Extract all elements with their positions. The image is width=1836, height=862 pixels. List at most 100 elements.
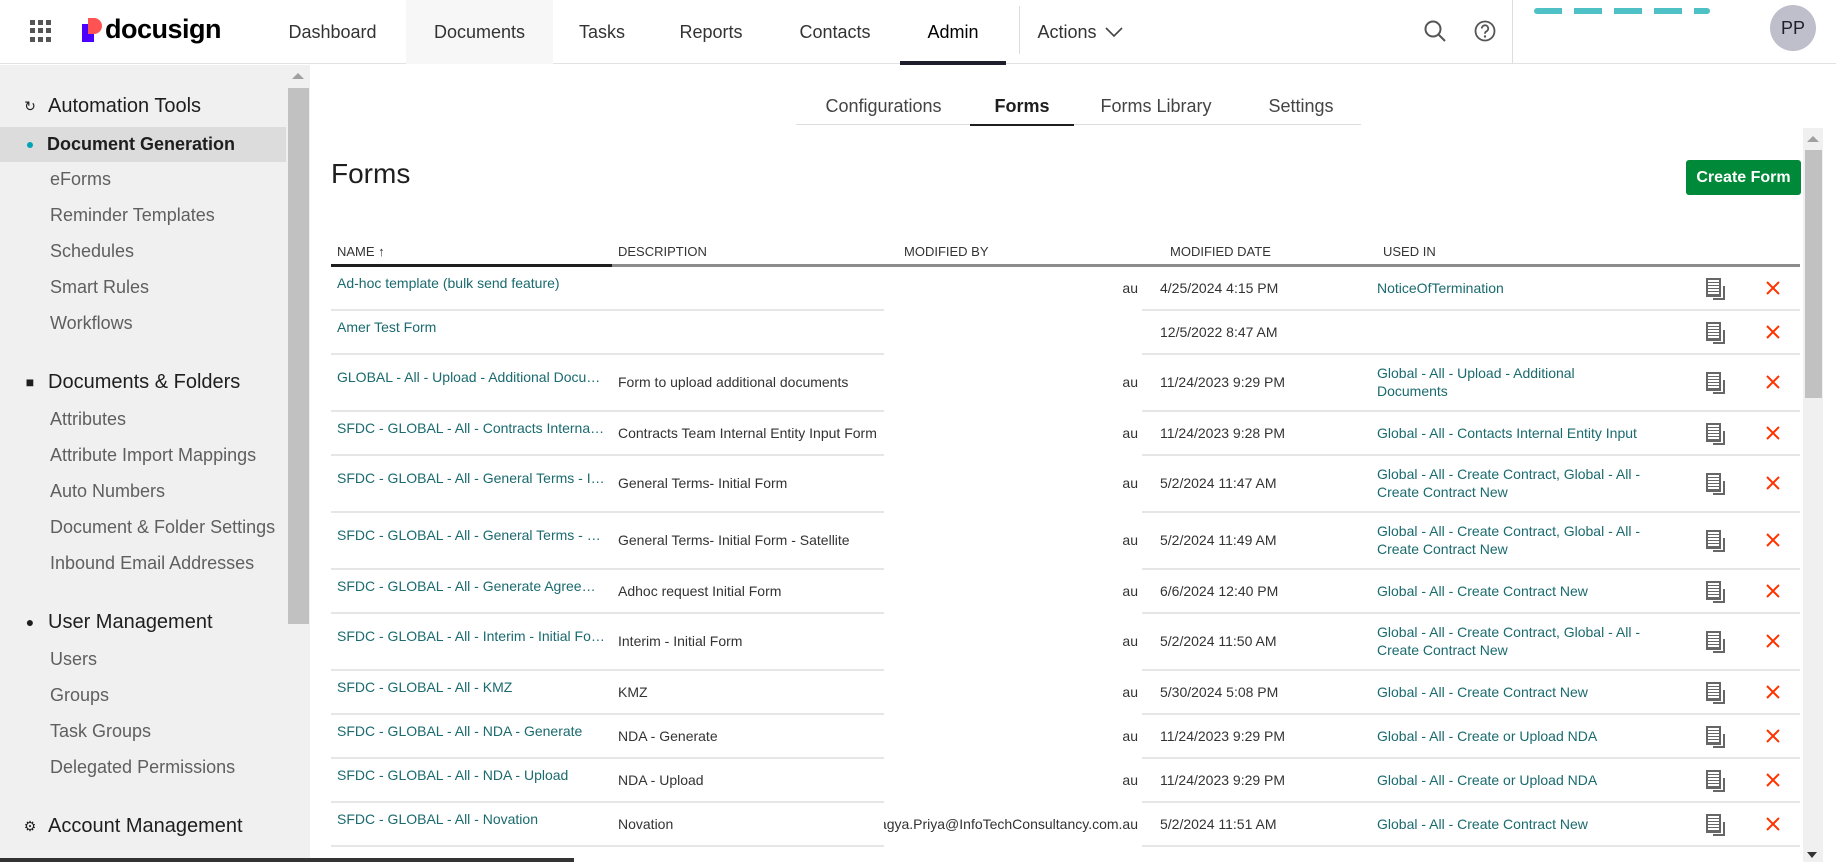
search-icon[interactable]: [1422, 18, 1448, 44]
table-row[interactable]: SFDC - GLOBAL - All - NDA - Upload NDA - …: [331, 759, 1800, 803]
sidebar-item-attribute-import-mappings[interactable]: Attribute Import Mappings: [50, 445, 256, 466]
table-row[interactable]: SFDC - GLOBAL - All - Contracts Internal…: [331, 412, 1800, 456]
table-row[interactable]: Ad-hoc template (bulk send feature) au 4/2…: [331, 267, 1800, 311]
sidebar-item-workflows[interactable]: Workflows: [50, 313, 133, 334]
copy-form-button[interactable]: [1684, 267, 1746, 311]
used-in-link[interactable]: Global - All - Create Contract, Global -…: [1371, 456, 1684, 513]
create-form-button[interactable]: Create Form: [1686, 160, 1801, 195]
column-header-modified-date[interactable]: MODIFIED DATE: [1170, 244, 1271, 259]
column-header-description[interactable]: DESCRIPTION: [618, 244, 707, 259]
nav-actions[interactable]: Actions: [1030, 0, 1130, 64]
form-name-link[interactable]: SFDC - GLOBAL - All - Interim - Initial …: [337, 627, 606, 645]
used-in-link[interactable]: Global - All - Create Contract, Global -…: [1371, 614, 1684, 671]
sidebar-item-inbound-email-addresses[interactable]: Inbound Email Addresses: [50, 553, 254, 574]
help-icon[interactable]: [1472, 18, 1498, 44]
sidebar-item-groups[interactable]: Groups: [50, 685, 109, 706]
app-launcher-icon[interactable]: [30, 20, 52, 42]
delete-form-button[interactable]: [1746, 456, 1800, 513]
sidebar-item-eforms[interactable]: eForms: [50, 169, 111, 190]
form-name-link[interactable]: SFDC - GLOBAL - All - General Terms - In…: [337, 469, 606, 487]
copy-form-button[interactable]: [1684, 671, 1746, 715]
form-name-link[interactable]: SFDC - GLOBAL - All - Novation: [337, 810, 538, 828]
form-name-link[interactable]: Ad-hoc template (bulk send feature): [337, 274, 560, 292]
form-name-link[interactable]: SFDC - GLOBAL - All - Generate Agreemen.…: [337, 577, 606, 595]
form-name-link[interactable]: SFDC - GLOBAL - All - General Terms - Sa…: [337, 526, 606, 544]
delete-form-button[interactable]: [1746, 355, 1800, 412]
copy-form-button[interactable]: [1684, 513, 1746, 570]
table-row[interactable]: SFDC - GLOBAL - All - Generate Agreemen.…: [331, 570, 1800, 614]
table-row[interactable]: SFDC - GLOBAL - All - General Terms - In…: [331, 456, 1800, 513]
delete-form-button[interactable]: [1746, 267, 1800, 311]
sidebar-item-smart-rules[interactable]: Smart Rules: [50, 277, 149, 298]
delete-form-button[interactable]: [1746, 570, 1800, 614]
copy-form-button[interactable]: [1684, 803, 1746, 847]
used-in-link[interactable]: [1371, 311, 1684, 355]
sidebar-item-users[interactable]: Users: [50, 649, 97, 670]
used-in-link[interactable]: Global - All - Create or Upload NDA: [1371, 715, 1684, 759]
copy-form-button[interactable]: [1684, 715, 1746, 759]
user-avatar[interactable]: PP: [1770, 5, 1816, 51]
form-name-link[interactable]: SFDC - GLOBAL - All - Contracts Internal…: [337, 419, 606, 437]
table-row[interactable]: SFDC - GLOBAL - All - KMZ KMZ au 5/30/2024 …: [331, 671, 1800, 715]
copy-form-button[interactable]: [1684, 570, 1746, 614]
copy-form-button[interactable]: [1684, 412, 1746, 456]
tab-forms[interactable]: Forms: [970, 88, 1074, 126]
delete-form-button[interactable]: [1746, 803, 1800, 847]
main-scrollbar-thumb[interactable]: [1805, 150, 1822, 398]
table-row[interactable]: SFDC - GLOBAL - All - Novation Novation Pr…: [331, 803, 1800, 847]
form-name-link[interactable]: GLOBAL - All - Upload - Additional Docum…: [337, 368, 606, 386]
copy-form-button[interactable]: [1684, 614, 1746, 671]
used-in-link[interactable]: Global - All - Create Contract New: [1371, 803, 1684, 847]
copy-form-button[interactable]: [1684, 456, 1746, 513]
scroll-up-arrow-icon[interactable]: [1807, 136, 1819, 142]
scroll-up-arrow-icon[interactable]: [292, 73, 304, 79]
scroll-down-arrow-icon[interactable]: [1807, 852, 1817, 858]
used-in-link[interactable]: Global - All - Create Contract New: [1371, 570, 1684, 614]
nav-tasks[interactable]: Tasks: [560, 0, 644, 64]
used-in-link[interactable]: Global - All - Create Contract New: [1371, 671, 1684, 715]
copy-form-button[interactable]: [1684, 759, 1746, 803]
tab-configurations[interactable]: Configurations: [796, 88, 971, 125]
used-in-link[interactable]: Global - All - Contacts Internal Entity …: [1371, 412, 1684, 456]
delete-form-button[interactable]: [1746, 671, 1800, 715]
table-row[interactable]: GLOBAL - All - Upload - Additional Docum…: [331, 355, 1800, 412]
form-name-link[interactable]: SFDC - GLOBAL - All - NDA - Upload: [337, 766, 568, 784]
form-name-link[interactable]: Amer Test Form: [337, 318, 436, 336]
delete-form-button[interactable]: [1746, 759, 1800, 803]
table-row[interactable]: SFDC - GLOBAL - All - Interim - Initial …: [331, 614, 1800, 671]
nav-documents[interactable]: Documents: [406, 0, 553, 64]
delete-form-button[interactable]: [1746, 614, 1800, 671]
used-in-link[interactable]: Global - All - Upload - Additional Docum…: [1371, 355, 1684, 412]
column-header-modified-by[interactable]: MODIFIED BY: [904, 244, 989, 259]
tab-settings[interactable]: Settings: [1246, 88, 1356, 125]
sidebar-item-auto-numbers[interactable]: Auto Numbers: [50, 481, 165, 502]
copy-form-button[interactable]: [1684, 355, 1746, 412]
sidebar-item-document-generation[interactable]: Document Generation: [47, 134, 235, 155]
table-row[interactable]: SFDC - GLOBAL - All - NDA - Generate NDA …: [331, 715, 1800, 759]
sidebar-scrollbar-thumb[interactable]: [288, 88, 309, 624]
sidebar-item-delegated-permissions[interactable]: Delegated Permissions: [50, 757, 235, 778]
used-in-link[interactable]: Global - All - Create or Upload NDA: [1371, 759, 1684, 803]
table-row[interactable]: SFDC - GLOBAL - All - General Terms - Sa…: [331, 513, 1800, 570]
sidebar-item-task-groups[interactable]: Task Groups: [50, 721, 151, 742]
sidebar-item-schedules[interactable]: Schedules: [50, 241, 134, 262]
tab-forms-library[interactable]: Forms Library: [1081, 88, 1231, 125]
delete-form-button[interactable]: [1746, 715, 1800, 759]
column-header-used-in[interactable]: USED IN: [1383, 244, 1436, 259]
nav-contacts[interactable]: Contacts: [780, 0, 890, 64]
sidebar-item-reminder-templates[interactable]: Reminder Templates: [50, 205, 215, 226]
delete-form-button[interactable]: [1746, 513, 1800, 570]
form-name-link[interactable]: SFDC - GLOBAL - All - KMZ: [337, 678, 512, 696]
table-row[interactable]: Amer Test Form 12/5/2022 8:47 AM: [331, 311, 1800, 355]
nav-dashboard[interactable]: Dashboard: [270, 0, 395, 64]
sidebar-item-document-folder-settings[interactable]: Document & Folder Settings: [50, 517, 275, 538]
docusign-logo[interactable]: docusign: [82, 14, 222, 45]
delete-form-button[interactable]: [1746, 311, 1800, 355]
used-in-link[interactable]: NoticeOfTermination: [1371, 267, 1684, 311]
form-name-link[interactable]: SFDC - GLOBAL - All - NDA - Generate: [337, 722, 582, 740]
horizontal-scrollbar[interactable]: [0, 858, 574, 862]
used-in-link[interactable]: Global - All - Create Contract, Global -…: [1371, 513, 1684, 570]
nav-admin[interactable]: Admin: [900, 0, 1006, 65]
sidebar-item-attributes[interactable]: Attributes: [50, 409, 126, 430]
column-header-name[interactable]: NAME ↑: [337, 244, 385, 259]
